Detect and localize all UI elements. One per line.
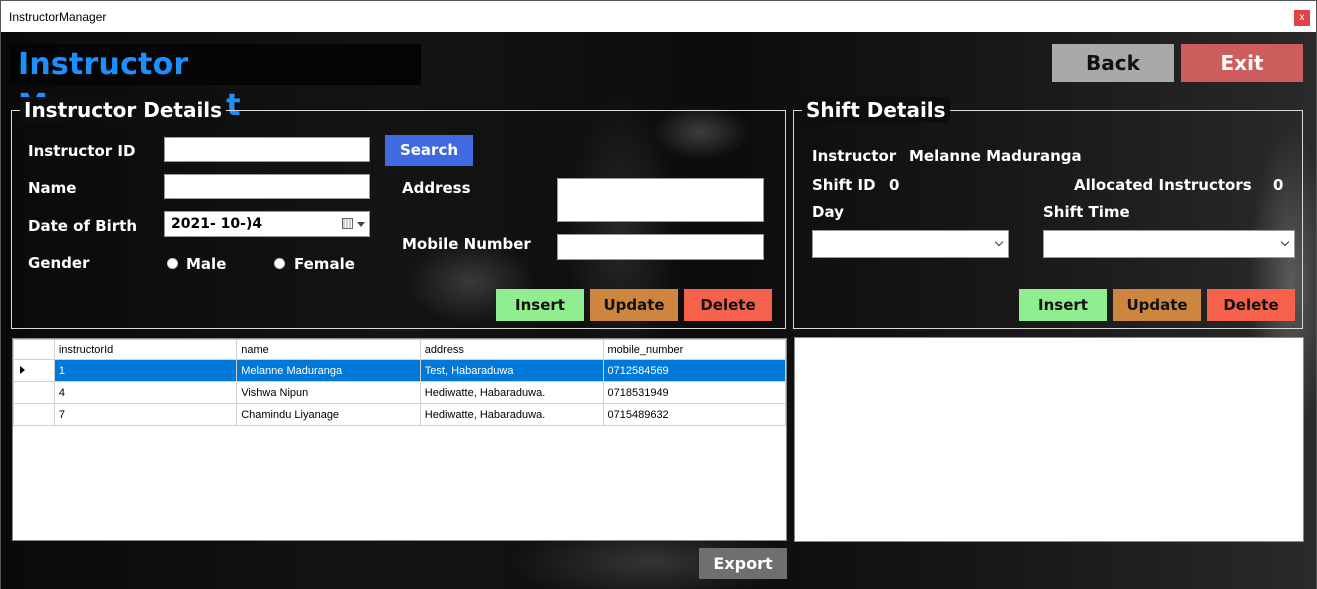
name-label: Name	[28, 179, 77, 197]
cell-address[interactable]: Test, Habaraduwa	[419, 359, 604, 382]
allocated-instructors-label: Allocated Instructors	[1074, 176, 1252, 194]
dob-label: Date of Birth	[28, 217, 138, 235]
column-header-name[interactable]: name	[236, 339, 421, 360]
table-row[interactable]: 1 Melanne Maduranga Test, Habaraduwa 071…	[13, 359, 786, 382]
table-row[interactable]: 7 Chamindu Liyanage Hediwatte, Habaraduw…	[13, 403, 786, 426]
cell-name[interactable]: Vishwa Nipun	[236, 381, 421, 404]
chevron-down-icon[interactable]	[994, 237, 1004, 247]
gender-label: Gender	[28, 254, 90, 272]
grid-header-row: instructorId name address mobile_number	[13, 339, 786, 360]
export-button[interactable]: Export	[699, 548, 787, 579]
dob-value: 2021- 10-)4	[171, 216, 263, 232]
shift-id-label: Shift ID	[812, 176, 876, 194]
instructor-insert-button[interactable]: Insert	[496, 289, 584, 321]
shift-instructor-value: Melanne Maduranga	[909, 147, 1082, 165]
cell-name[interactable]: Chamindu Liyanage	[236, 403, 421, 426]
shift-details-group: Shift Details Instructor Melanne Maduran…	[793, 97, 1303, 329]
name-input[interactable]	[164, 174, 370, 199]
cell-instructorid[interactable]: 1	[53, 359, 238, 382]
chevron-down-icon[interactable]	[1280, 237, 1290, 247]
table-row[interactable]: 4 Vishwa Nipun Hediwatte, Habaraduwa. 07…	[13, 381, 786, 404]
shift-details-title: Shift Details	[802, 97, 950, 123]
column-header-address[interactable]: address	[419, 339, 604, 360]
window-close-button[interactable]: x	[1294, 10, 1310, 26]
gender-male-radio[interactable]	[167, 258, 178, 269]
shift-time-label: Shift Time	[1043, 203, 1130, 221]
cell-name[interactable]: Melanne Maduranga	[236, 359, 421, 382]
day-label: Day	[812, 203, 844, 221]
main-area: Instructor Management Back Exit Instruct…	[0, 32, 1317, 589]
cell-mobile-number[interactable]: 0712584569	[602, 359, 786, 382]
column-header-instructorid[interactable]: instructorId	[53, 339, 238, 360]
row-header[interactable]	[13, 381, 55, 404]
mobile-label: Mobile Number	[402, 235, 531, 253]
cell-mobile-number[interactable]: 0718531949	[602, 381, 786, 404]
dob-datepicker[interactable]: 2021- 10-)4	[164, 211, 370, 237]
back-button[interactable]: Back	[1052, 44, 1174, 82]
shift-time-select[interactable]	[1043, 230, 1295, 258]
search-button[interactable]: Search	[385, 135, 473, 166]
shift-update-button[interactable]: Update	[1113, 289, 1201, 321]
cell-address[interactable]: Hediwatte, Habaraduwa.	[419, 381, 604, 404]
instructor-id-input[interactable]	[164, 137, 370, 162]
shift-instructor-label: Instructor	[812, 147, 897, 165]
gender-female-label[interactable]: Female	[294, 255, 355, 273]
page-title: Instructor Management	[9, 44, 421, 123]
address-label: Address	[402, 179, 471, 197]
title-bar: InstructorManager x	[0, 0, 1317, 32]
current-row-icon	[20, 365, 25, 374]
exit-button[interactable]: Exit	[1181, 44, 1303, 82]
row-header[interactable]	[13, 359, 55, 382]
shift-delete-button[interactable]: Delete	[1207, 289, 1295, 321]
row-header-corner	[13, 339, 55, 360]
cell-mobile-number[interactable]: 0715489632	[602, 403, 786, 426]
cell-instructorid[interactable]: 7	[53, 403, 238, 426]
instructor-update-button[interactable]: Update	[590, 289, 678, 321]
calendar-icon[interactable]	[342, 218, 353, 229]
cell-instructorid[interactable]: 4	[53, 381, 238, 404]
allocated-instructors-value: 0	[1273, 176, 1284, 194]
day-select[interactable]	[812, 230, 1009, 258]
instructor-grid[interactable]: instructorId name address mobile_number …	[12, 338, 787, 541]
address-input[interactable]	[557, 178, 764, 222]
column-header-mobile-number[interactable]: mobile_number	[602, 339, 786, 360]
shift-insert-button[interactable]: Insert	[1019, 289, 1107, 321]
instructor-details-title: Instructor Details	[20, 97, 227, 123]
mobile-input[interactable]	[557, 234, 764, 260]
gender-male-label[interactable]: Male	[186, 255, 226, 273]
instructor-delete-button[interactable]: Delete	[684, 289, 772, 321]
window-title: InstructorManager	[9, 10, 107, 24]
instructor-id-label: Instructor ID	[28, 142, 136, 160]
shift-id-value: 0	[889, 176, 900, 194]
instructor-details-group: Instructor Details Instructor ID Search …	[11, 97, 786, 329]
row-header[interactable]	[13, 403, 55, 426]
cell-address[interactable]: Hediwatte, Habaraduwa.	[419, 403, 604, 426]
gender-female-radio[interactable]	[274, 258, 285, 269]
chevron-down-icon[interactable]	[357, 222, 365, 227]
shift-grid[interactable]	[794, 337, 1304, 542]
